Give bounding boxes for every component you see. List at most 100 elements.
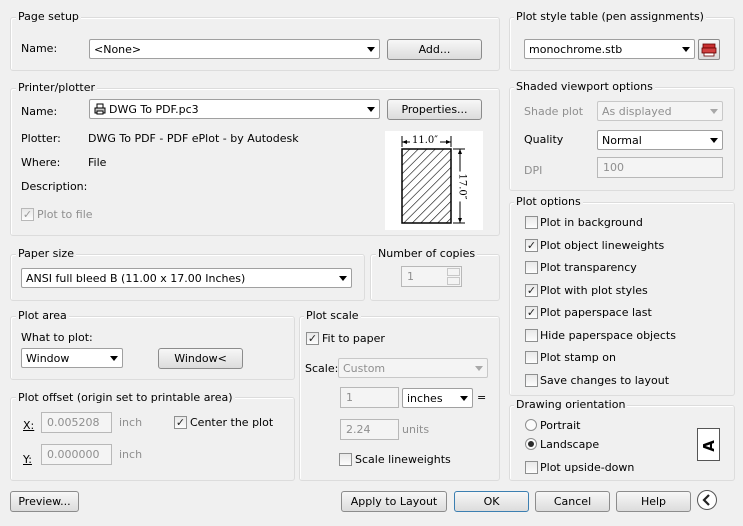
- landscape-radio[interactable]: [525, 438, 537, 450]
- cancel-button[interactable]: Cancel: [535, 491, 610, 512]
- plot-option-checkbox[interactable]: [525, 261, 538, 274]
- scale-label: Scale:: [305, 362, 339, 375]
- plot-option-checkbox[interactable]: [525, 374, 538, 387]
- plot-area-title: Plot area: [16, 309, 69, 322]
- plot-to-file-checkbox[interactable]: ✓: [21, 208, 34, 221]
- scale-lineweights-label: Scale lineweights: [355, 453, 451, 466]
- chevron-down-icon: [367, 47, 375, 52]
- properties-button[interactable]: Properties...: [387, 99, 482, 120]
- ok-button[interactable]: OK: [454, 491, 529, 512]
- fit-to-paper-label: Fit to paper: [322, 332, 385, 345]
- plot-options-group: [509, 202, 735, 396]
- page-setup-name-label: Name:: [21, 42, 58, 55]
- scale-numerator-input[interactable]: 1: [340, 387, 399, 408]
- chevron-down-icon: [682, 47, 690, 52]
- add-button[interactable]: Add...: [387, 39, 482, 60]
- chevron-down-icon: [460, 396, 468, 401]
- portrait-radio[interactable]: [525, 419, 537, 431]
- orientation-title: Drawing orientation: [514, 398, 628, 411]
- shade-plot-label: Shade plot: [524, 105, 584, 118]
- scale-unit-value: inches: [407, 392, 443, 405]
- help-button[interactable]: Help: [616, 491, 691, 512]
- shade-plot-combo[interactable]: As displayed: [597, 101, 723, 121]
- quality-label: Quality: [524, 133, 564, 146]
- what-to-plot-combo[interactable]: Window: [21, 348, 123, 368]
- collapse-icon[interactable]: [697, 490, 717, 510]
- landscape-label: Landscape: [540, 438, 600, 451]
- page-setup-name-combo[interactable]: <None>: [89, 39, 380, 59]
- plot-option-label: Plot with plot styles: [540, 284, 648, 297]
- upside-down-checkbox[interactable]: [525, 461, 538, 474]
- page-setup-name-value: <None>: [94, 43, 142, 56]
- chevron-down-icon: [339, 276, 347, 281]
- paper-size-value: ANSI full bleed B (11.00 x 17.00 Inches): [26, 272, 246, 285]
- plot-option-checkbox[interactable]: [525, 216, 538, 229]
- fit-to-paper-checkbox[interactable]: ✓: [306, 332, 319, 345]
- offset-y-input[interactable]: 0.000000: [41, 444, 112, 465]
- preview-width-label: 11.0″: [410, 135, 441, 146]
- plot-offset-title: Plot offset (origin set to printable are…: [16, 391, 235, 404]
- chevron-down-icon: [710, 138, 718, 143]
- where-label: Where:: [21, 156, 61, 169]
- printer-name-combo[interactable]: DWG To PDF.pc3: [89, 99, 380, 119]
- paper-preview: 11.0″ 17.0″: [385, 131, 483, 230]
- preview-height-label: 17.0″: [456, 171, 468, 202]
- offset-x-value: 0.005208: [47, 416, 100, 429]
- shade-plot-value: As displayed: [602, 105, 672, 118]
- scale-equals: =: [477, 391, 487, 404]
- plot-option-checkbox[interactable]: ✓: [525, 306, 538, 319]
- plot-style-value: monochrome.stb: [529, 43, 623, 56]
- spinner-down-icon[interactable]: [447, 277, 460, 285]
- chevron-down-icon: [710, 109, 718, 114]
- dpi-input[interactable]: 100: [597, 157, 723, 178]
- plot-option-checkbox[interactable]: ✓: [525, 284, 538, 297]
- plotter-label: Plotter:: [21, 132, 61, 145]
- chevron-down-icon: [110, 356, 118, 361]
- offset-y-value: 0.000000: [47, 448, 100, 461]
- printer-name-label: Name:: [21, 105, 58, 118]
- description-label: Description:: [21, 180, 88, 193]
- printer-icon: [94, 103, 106, 118]
- chevron-down-icon: [475, 366, 483, 371]
- dpi-value: 100: [603, 161, 624, 174]
- scale-denominator-input[interactable]: 2.24: [340, 419, 399, 440]
- scale-value: Custom: [343, 362, 386, 375]
- plot-option-label: Hide paperspace objects: [540, 329, 676, 342]
- portrait-label: Portrait: [540, 419, 581, 432]
- plot-option-label: Plot stamp on: [540, 351, 616, 364]
- copies-value: 1: [407, 270, 414, 283]
- center-plot-checkbox[interactable]: ✓: [174, 416, 187, 429]
- center-plot-label: Center the plot: [190, 416, 274, 429]
- offset-y-label: Y:: [23, 453, 32, 466]
- window-button[interactable]: Window<: [158, 348, 243, 369]
- preview-button[interactable]: Preview...: [10, 491, 79, 512]
- spinner-up-icon[interactable]: [447, 268, 460, 276]
- plot-option-label: Plot paperspace last: [540, 306, 652, 319]
- scale-numerator-value: 1: [346, 391, 353, 404]
- apply-to-layout-button[interactable]: Apply to Layout: [341, 491, 447, 512]
- shaded-title: Shaded viewport options: [514, 80, 655, 93]
- plot-option-label: Plot object lineweights: [540, 239, 665, 252]
- plot-option-label: Plot in background: [540, 216, 643, 229]
- plot-option-checkbox[interactable]: [525, 351, 538, 364]
- plot-option-label: Plot transparency: [540, 261, 637, 274]
- scale-unit-combo[interactable]: inches: [402, 388, 473, 408]
- offset-x-unit: inch: [119, 416, 143, 429]
- plot-style-combo[interactable]: monochrome.stb: [524, 39, 695, 59]
- paper-size-title: Paper size: [16, 247, 76, 260]
- orientation-letter: A: [699, 440, 718, 452]
- edit-plot-style-icon[interactable]: [698, 39, 720, 60]
- plot-option-label: Save changes to layout: [540, 374, 670, 387]
- printer-name-value: DWG To PDF.pc3: [109, 103, 199, 116]
- scale-combo[interactable]: Custom: [338, 358, 488, 378]
- plot-style-title: Plot style table (pen assignments): [514, 10, 706, 23]
- scale-lineweights-checkbox[interactable]: [339, 453, 352, 466]
- plot-option-checkbox[interactable]: ✓: [525, 239, 538, 252]
- paper-size-combo[interactable]: ANSI full bleed B (11.00 x 17.00 Inches): [21, 268, 352, 288]
- quality-value: Normal: [602, 134, 642, 147]
- offset-x-input[interactable]: 0.005208: [41, 412, 112, 433]
- plot-option-checkbox[interactable]: [525, 329, 538, 342]
- copies-input[interactable]: 1: [401, 266, 462, 287]
- quality-combo[interactable]: Normal: [597, 130, 723, 150]
- scale-denominator-value: 2.24: [346, 423, 371, 436]
